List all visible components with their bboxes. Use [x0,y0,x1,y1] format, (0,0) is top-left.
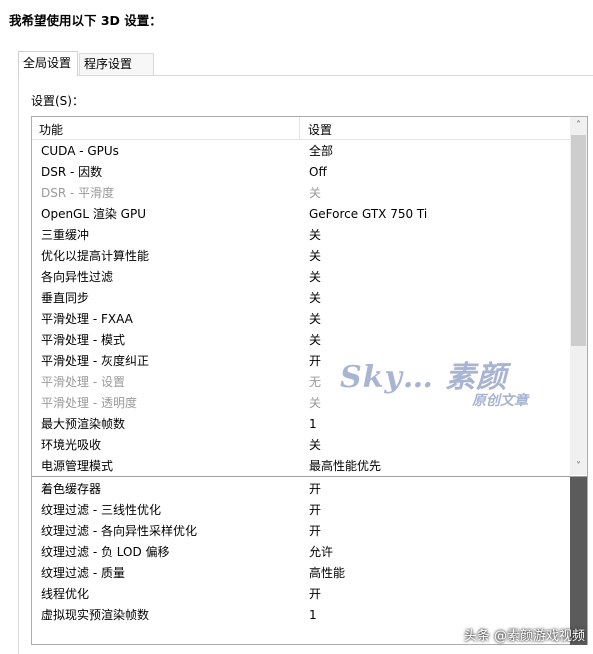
watermark-sub-text: 原创文章 [472,393,528,409]
row-setting-value[interactable]: 关 [309,267,321,288]
row-feature-name: 平滑处理 - 透明度 [41,396,137,410]
row-feature-name: OpenGL 渲染 GPU [41,207,146,221]
row-setting-value[interactable]: 开 [309,500,321,521]
row-setting-value[interactable]: 关 [309,225,321,246]
row-feature-name: 着色缓存器 [41,482,102,496]
row-feature-name: DSR - 因数 [41,165,103,179]
row-setting-value[interactable]: 开 [309,584,321,605]
row-setting-value[interactable]: 开 [309,479,321,500]
row-feature-name: 优化以提高计算性能 [41,249,150,263]
settings-label: 设置(S)： [31,94,84,108]
row-setting-value[interactable]: 关 [309,246,321,267]
lower-scrollbar[interactable] [570,477,587,645]
row-feature-name: 环境光吸收 [41,438,102,452]
table-row[interactable]: 纹理过滤 - 负 LOD 偏移 允许 [32,542,570,563]
table-row[interactable]: 虚拟现实预渲染帧数 1 [32,605,570,626]
chevron-up-icon[interactable]: ˄ [570,117,587,134]
row-feature-name: CUDA - GPUs [41,144,119,158]
row-setting-value[interactable]: 关 [309,183,321,204]
list-divider [32,476,588,477]
row-setting-value[interactable]: 开 [309,351,321,372]
table-row[interactable]: 纹理过滤 - 各向异性采样优化 开 [32,521,570,542]
row-feature-name: 平滑处理 - FXAA [41,312,133,326]
table-row[interactable]: 纹理过滤 - 质量 高性能 [32,563,570,584]
table-row[interactable]: 三重缓冲 关 [32,225,570,246]
row-setting-value[interactable]: Off [309,162,327,183]
table-row[interactable]: OpenGL 渲染 GPU GeForce GTX 750 Ti [32,204,570,225]
row-setting-value[interactable]: 全部 [309,141,333,162]
row-setting-value[interactable]: GeForce GTX 750 Ti [309,204,427,225]
row-feature-name: 最大预渲染帧数 [41,417,126,431]
page-heading: 我希望使用以下 3D 设置： [9,13,162,28]
table-row[interactable]: DSR - 平滑度 关 [32,183,570,204]
sky-watermark: Sky… 素颜 原创文章 [340,352,560,414]
scrollbar-thumb[interactable] [571,135,586,346]
row-feature-name: 线程优化 [41,587,90,601]
tab-global-settings[interactable]: 全局设置 [18,51,78,76]
row-setting-value[interactable]: 关 [309,330,321,351]
row-setting-value[interactable]: 关 [309,393,321,414]
table-row[interactable]: 垂直同步 关 [32,288,570,309]
chevron-down-icon[interactable]: ˅ [570,458,587,475]
table-row[interactable]: 各向异性过滤 关 [32,267,570,288]
row-setting-value[interactable]: 关 [309,435,321,456]
row-setting-value[interactable]: 关 [309,288,321,309]
table-row[interactable]: 纹理过滤 - 三线性优化 开 [32,500,570,521]
row-setting-value[interactable]: 关 [309,309,321,330]
column-header-feature[interactable]: 功能 [39,121,63,138]
column-separator[interactable] [299,117,300,139]
row-feature-name: 纹理过滤 - 负 LOD 偏移 [41,545,170,559]
table-row[interactable]: 优化以提高计算性能 关 [32,246,570,267]
row-feature-name: DSR - 平滑度 [41,186,115,200]
table-row[interactable]: 线程优化 开 [32,584,570,605]
table-row[interactable]: 环境光吸收 关 [32,435,570,456]
tab-program-settings[interactable]: 程序设置 [79,53,154,75]
row-setting-value[interactable]: 开 [309,521,321,542]
table-row[interactable]: 平滑处理 - FXAA 关 [32,309,570,330]
row-feature-name: 各向异性过滤 [41,270,114,284]
row-setting-value[interactable]: 1 [309,414,317,435]
table-row[interactable]: 电源管理模式 最高性能优先 [32,456,570,477]
row-feature-name: 纹理过滤 - 质量 [41,566,125,580]
table-row[interactable]: 平滑处理 - 模式 关 [32,330,570,351]
table-row[interactable]: CUDA - GPUs 全部 [32,141,570,162]
row-feature-name: 虚拟现实预渲染帧数 [41,608,150,622]
column-header-setting[interactable]: 设置 [308,121,332,138]
table-row[interactable]: 着色缓存器 开 [32,479,570,500]
table-row[interactable]: 最大预渲染帧数 1 [32,414,570,435]
row-feature-name: 平滑处理 - 设置 [41,375,125,389]
row-setting-value[interactable]: 1 [309,605,317,626]
row-feature-name: 三重缓冲 [41,228,90,242]
table-row[interactable]: DSR - 因数 Off [32,162,570,183]
row-feature-name: 纹理过滤 - 三线性优化 [41,503,161,517]
row-setting-value[interactable]: 允许 [309,542,333,563]
row-feature-name: 垂直同步 [41,291,90,305]
row-feature-name: 电源管理模式 [41,459,114,473]
row-setting-value[interactable]: 最高性能优先 [309,456,381,477]
row-feature-name: 平滑处理 - 模式 [41,333,125,347]
list-header: 功能 设置 [32,117,570,140]
row-setting-value[interactable]: 无 [309,372,321,393]
row-setting-value[interactable]: 高性能 [309,563,345,584]
row-feature-name: 纹理过滤 - 各向异性采样优化 [41,524,197,538]
upper-scrollbar[interactable]: ˄ ˅ [570,117,587,475]
row-feature-name: 平滑处理 - 灰度纠正 [41,354,149,368]
footer-watermark: 头条 @素颜游戏视频 [463,629,585,644]
